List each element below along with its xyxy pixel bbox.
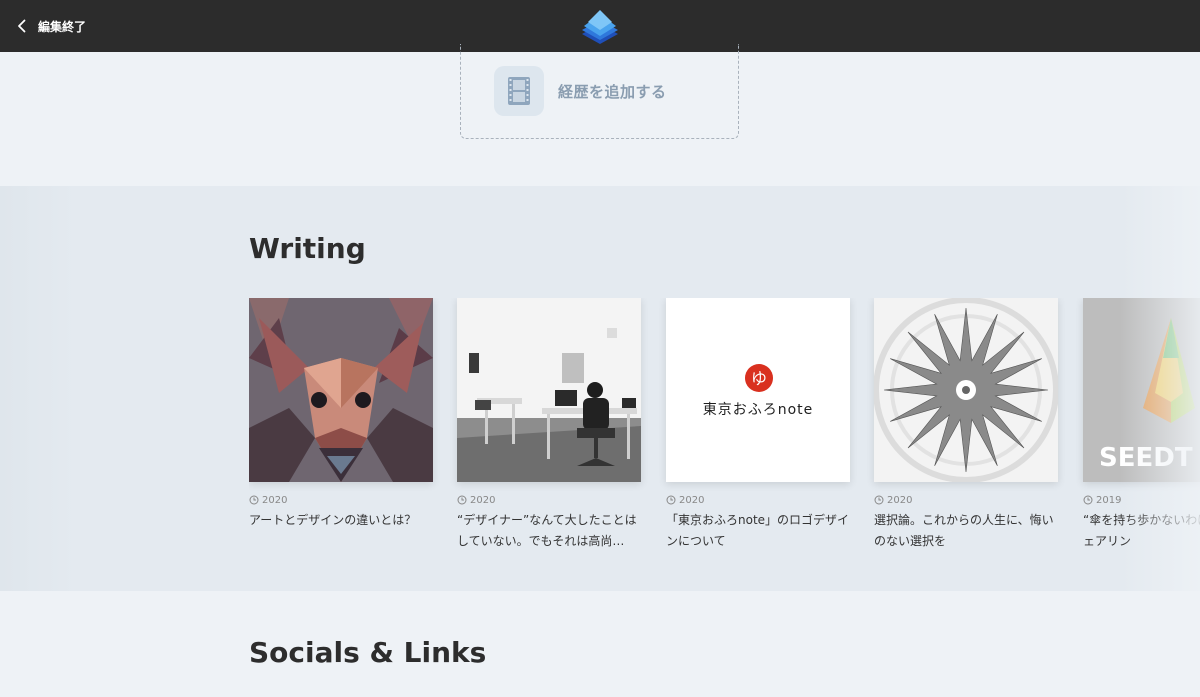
seedt-text: SEEDT: [1099, 443, 1193, 473]
article-thumbnail: [249, 298, 433, 482]
article-card[interactable]: 2020 “デザイナー”なんて大したことはしていない。でもそれは高尚…: [457, 298, 641, 552]
finish-editing-label: 編集終了: [38, 19, 87, 34]
article-title[interactable]: “デザイナー”なんて大したことはしていない。でもそれは高尚…: [457, 510, 641, 552]
article-year: 2020: [887, 494, 913, 506]
article-thumbnail: ゆ 東京おふろnote: [666, 298, 850, 482]
star-spiral-pattern-image: [874, 298, 1058, 482]
designer-desk-photo-image: [457, 298, 641, 482]
finish-editing-button[interactable]: 編集終了: [14, 0, 86, 52]
clock-icon: [666, 495, 676, 505]
article-year: 2020: [262, 494, 288, 506]
stacked-pages-logo-icon: [582, 10, 618, 44]
writing-heading: Writing: [249, 232, 366, 265]
article-date: 2020: [249, 494, 433, 506]
article-date: 2020: [666, 494, 850, 506]
article-card[interactable]: ゆ 東京おふろnote 2020 「東京おふろnote」のロゴデザインについて: [666, 298, 850, 552]
logo-text: 東京おふろnote: [703, 402, 814, 418]
article-title[interactable]: 選択論。これからの人生に、悔いのない選択を: [874, 510, 1058, 552]
article-card[interactable]: SEEDT 2019 “傘を持ち歩かないわげる“傘のシェアリン: [1083, 298, 1200, 552]
logo-mark: ゆ: [751, 369, 767, 388]
socials-heading: Socials & Links: [249, 636, 487, 669]
article-year: 2019: [1096, 494, 1122, 506]
article-date: 2020: [874, 494, 1058, 506]
film-strip-icon: [494, 66, 544, 116]
clock-icon: [874, 495, 884, 505]
article-date: 2020: [457, 494, 641, 506]
seedt-umbrella-image: SEEDT: [1083, 298, 1200, 482]
article-title[interactable]: 「東京おふろnote」のロゴデザインについて: [666, 510, 850, 552]
article-title[interactable]: アートとデザインの違いとは？: [249, 510, 433, 552]
article-thumbnail: [457, 298, 641, 482]
tokyo-ofuro-note-logo-image: ゆ 東京おふろnote: [666, 298, 850, 482]
writing-carousel[interactable]: 2020 アートとデザインの違いとは？ 2020 “デザイナー”なんて大したこと…: [249, 298, 1200, 558]
clock-icon: [249, 495, 259, 505]
add-career-label: 経歴を追加する: [558, 82, 667, 101]
article-date: 2019: [1083, 494, 1200, 506]
add-career-button[interactable]: 経歴を追加する: [460, 44, 739, 139]
band-fade-left: [0, 186, 80, 591]
chevron-left-icon: [18, 19, 26, 33]
article-year: 2020: [470, 494, 496, 506]
article-thumbnail: [874, 298, 1058, 482]
article-card[interactable]: 2020 選択論。これからの人生に、悔いのない選択を: [874, 298, 1058, 552]
clock-icon: [457, 495, 467, 505]
article-card[interactable]: 2020 アートとデザインの違いとは？: [249, 298, 433, 552]
low-poly-deer-image: [249, 298, 433, 482]
article-title[interactable]: “傘を持ち歩かないわげる“傘のシェアリン: [1083, 510, 1200, 552]
article-thumbnail: SEEDT: [1083, 298, 1200, 482]
article-year: 2020: [679, 494, 705, 506]
clock-icon: [1083, 495, 1093, 505]
